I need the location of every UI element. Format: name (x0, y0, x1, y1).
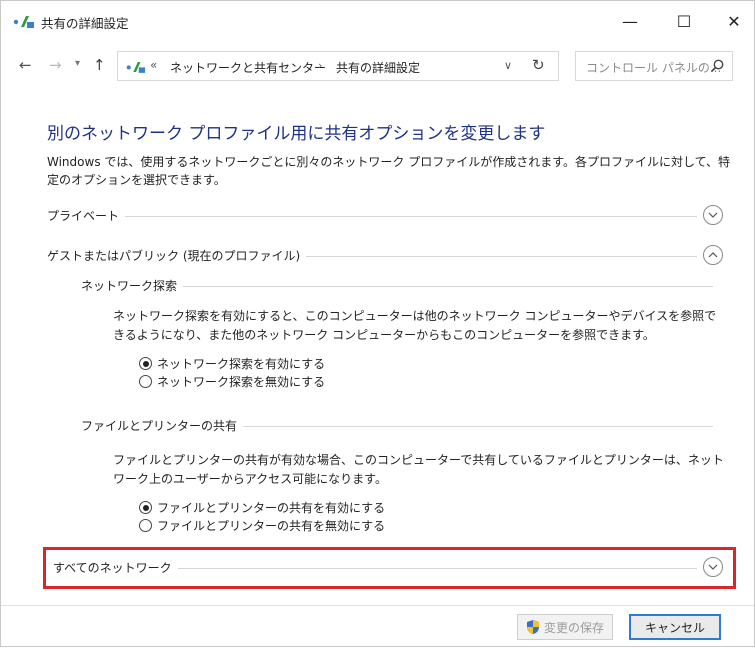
file-printer-sharing-section: ファイルとプリンターの共有 (81, 415, 727, 437)
up-arrow-icon[interactable]: ↑ (93, 56, 106, 74)
save-changes-label: 変更の保存 (543, 620, 604, 635)
file-printer-sharing-description: ファイルとプリンターの共有が有効な場合、このコンピューターで共有しているファイル… (113, 453, 724, 486)
collapse-guest-public-chevron-up-icon[interactable] (703, 245, 723, 265)
profile-all-networks-row[interactable]: すべてのネットワーク (53, 557, 727, 579)
network-discovery-description: ネットワーク探索を有効にすると、このコンピューターは他のネットワーク コンピュー… (113, 309, 717, 342)
cancel-button[interactable]: キャンセル (629, 614, 721, 640)
search-icon[interactable] (709, 58, 725, 74)
breadcrumb-network-sharing-center[interactable]: ネットワークと共有センター (170, 59, 326, 76)
radio-file-printer-sharing-off[interactable]: ファイルとプリンターの共有を無効にする (139, 517, 385, 534)
forward-arrow-icon[interactable]: → (49, 56, 62, 74)
main-content: 別のネットワーク プロファイル用に共有オプションを変更します Windows で… (1, 91, 754, 605)
breadcrumb-overflow-icon[interactable]: « (150, 58, 157, 72)
network-discovery-heading: ネットワーク探索 (81, 277, 184, 294)
radio-network-discovery-off[interactable]: ネットワーク探索を無効にする (139, 373, 325, 390)
radio-label: ファイルとプリンターの共有を有効にする (157, 501, 386, 515)
address-row: ← → ▾ ↑ « ネットワークと共有センター › 共有の詳細設定 ∨ ↻ コン… (1, 43, 754, 89)
network-icon (126, 61, 146, 73)
profile-all-networks-label: すべてのネットワーク (53, 559, 178, 576)
breadcrumb-advanced-sharing[interactable]: 共有の詳細設定 (336, 59, 420, 76)
file-printer-sharing-heading: ファイルとプリンターの共有 (81, 417, 244, 434)
radio-label: ネットワーク探索を有効にする (157, 357, 326, 371)
radio-label: ファイルとプリンターの共有を無効にする (157, 519, 386, 533)
title-bar: 共有の詳細設定 — ☐ ✕ (1, 1, 754, 41)
address-bar[interactable]: « ネットワークと共有センター › 共有の詳細設定 ∨ ↻ (117, 51, 559, 81)
maximize-button[interactable]: ☐ (659, 1, 709, 41)
profile-guest-public-row[interactable]: ゲストまたはパブリック (現在のプロファイル) (47, 245, 727, 267)
window: 共有の詳細設定 — ☐ ✕ ← → ▾ ↑ « ネットワークと共有センター › … (0, 0, 755, 647)
refresh-icon[interactable]: ↻ (532, 56, 545, 74)
page-description: Windows では、使用するネットワークごとに別々のネットワーク プロファイル… (47, 155, 731, 187)
address-dropdown-icon[interactable]: ∨ (504, 59, 512, 72)
save-changes-button[interactable]: 変更の保存 (517, 614, 613, 640)
radio-button-checked[interactable] (139, 501, 152, 514)
network-discovery-section: ネットワーク探索 (81, 275, 727, 297)
profile-private-label: プライベート (47, 207, 126, 224)
back-arrow-icon[interactable]: ← (19, 56, 32, 74)
footer: 変更の保存 キャンセル (1, 605, 754, 648)
search-input[interactable]: コントロール パネルの... (575, 51, 733, 81)
radio-label: ネットワーク探索を無効にする (157, 375, 326, 389)
radio-network-discovery-on[interactable]: ネットワーク探索を有効にする (139, 355, 325, 372)
recent-locations-chevron-icon[interactable]: ▾ (75, 58, 80, 69)
search-placeholder: コントロール パネルの... (586, 61, 722, 75)
minimize-button[interactable]: — (605, 1, 655, 41)
breadcrumb-separator-icon[interactable]: › (318, 59, 322, 72)
window-title: 共有の詳細設定 (41, 16, 129, 31)
profile-private-row[interactable]: プライベート (47, 205, 727, 227)
close-button[interactable]: ✕ (709, 1, 755, 41)
radio-file-printer-sharing-on[interactable]: ファイルとプリンターの共有を有効にする (139, 499, 385, 516)
expand-all-networks-chevron-down-icon[interactable] (703, 557, 723, 577)
profile-guest-public-label: ゲストまたはパブリック (現在のプロファイル) (47, 247, 307, 264)
radio-button[interactable] (139, 519, 152, 532)
expand-private-chevron-down-icon[interactable] (703, 205, 723, 225)
radio-button-checked[interactable] (139, 357, 152, 370)
radio-button[interactable] (139, 375, 152, 388)
uac-shield-icon (526, 620, 539, 634)
page-title: 別のネットワーク プロファイル用に共有オプションを変更します (47, 124, 546, 144)
network-icon (13, 16, 34, 28)
